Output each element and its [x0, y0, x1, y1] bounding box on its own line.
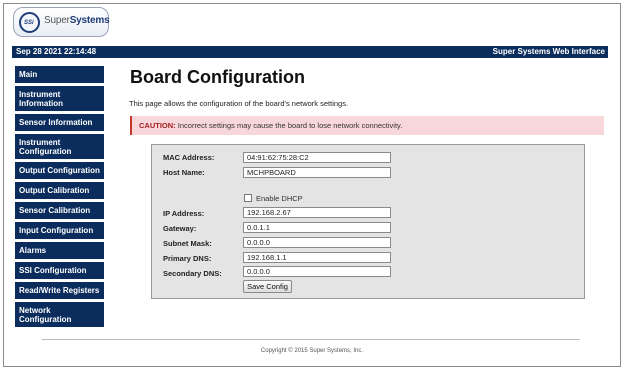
ip-address-label: IP Address:: [163, 209, 205, 218]
sidebar-item-read-write-registers[interactable]: Read/Write Registers: [15, 282, 104, 299]
network-config-panel: MAC Address: Host Name: Enable DHCP IP A…: [151, 144, 585, 299]
sidebar-item-instrument-information[interactable]: Instrument Information: [15, 86, 104, 111]
datetime: Sep 28 2021 22:14:48: [16, 47, 97, 56]
gateway-field[interactable]: [243, 222, 391, 233]
sidebar-nav: Main Instrument Information Sensor Infor…: [15, 66, 104, 330]
save-config-button[interactable]: Save Config: [243, 280, 292, 293]
sidebar-item-output-calibration[interactable]: Output Calibration: [15, 182, 104, 199]
primary-dns-label: Primary DNS:: [163, 254, 212, 263]
host-name-field[interactable]: [243, 167, 391, 178]
page-title: Board Configuration: [130, 67, 305, 87]
subnet-mask-label: Subnet Mask:: [163, 239, 212, 248]
caution-text: Incorrect settings may cause the board t…: [177, 121, 403, 130]
subnet-mask-field[interactable]: [243, 237, 391, 248]
sidebar-item-sensor-information[interactable]: Sensor Information: [15, 114, 104, 131]
sidebar-item-network-configuration[interactable]: Network Configuration: [15, 302, 104, 327]
caution-label: CAUTION:: [139, 121, 176, 130]
footer-copyright: Copyright © 2015 Super Systems, Inc.: [260, 348, 364, 354]
enable-dhcp-checkbox[interactable]: [244, 194, 252, 202]
interface-name: Super Systems Web Interface: [492, 47, 605, 56]
host-name-label: Host Name:: [163, 168, 205, 177]
caution-banner: CAUTION: Incorrect settings may cause th…: [130, 116, 604, 135]
logo-text: SuperSystems: [44, 15, 110, 26]
sidebar-item-sensor-calibration[interactable]: Sensor Calibration: [15, 202, 104, 219]
mac-address-field[interactable]: [243, 152, 391, 163]
page-intro: This page allows the configuration of th…: [129, 99, 349, 108]
logo-badge-icon: SSi: [19, 12, 40, 33]
secondary-dns-field[interactable]: [243, 266, 391, 277]
super-systems-logo: SSi SuperSystems: [13, 7, 110, 37]
sidebar-item-ssi-configuration[interactable]: SSI Configuration: [15, 262, 104, 279]
sidebar-item-alarms[interactable]: Alarms: [15, 242, 104, 259]
mac-address-label: MAC Address:: [163, 153, 215, 162]
footer-divider: [42, 339, 580, 340]
enable-dhcp-label: Enable DHCP: [256, 194, 303, 203]
ip-address-field[interactable]: [243, 207, 391, 218]
sidebar-item-input-configuration[interactable]: Input Configuration: [15, 222, 104, 239]
top-bar: Sep 28 2021 22:14:48 Super Systems Web I…: [12, 46, 608, 58]
sidebar-item-main[interactable]: Main: [15, 66, 104, 83]
sidebar-item-output-configuration[interactable]: Output Configuration: [15, 162, 104, 179]
gateway-label: Gateway:: [163, 224, 197, 233]
primary-dns-field[interactable]: [243, 252, 391, 263]
sidebar-item-instrument-configuration[interactable]: Instrument Configuration: [15, 134, 104, 159]
secondary-dns-label: Secondary DNS:: [163, 269, 222, 278]
